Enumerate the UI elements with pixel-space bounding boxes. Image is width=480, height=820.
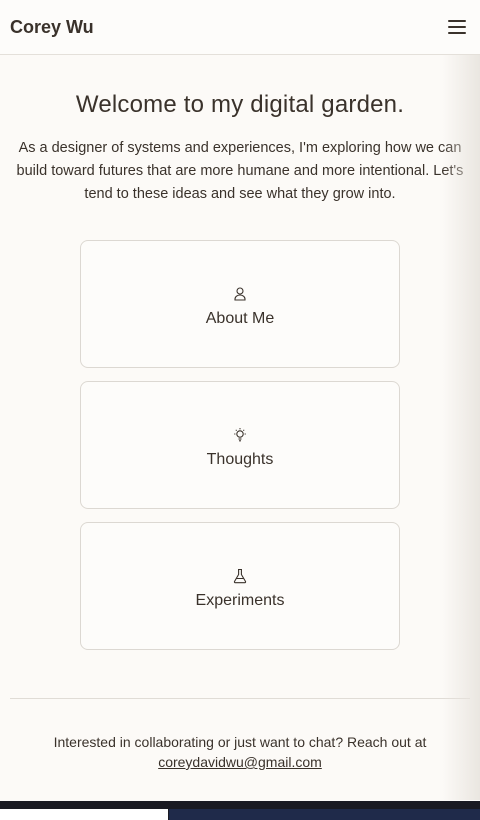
bottom-bar: [0, 801, 480, 820]
bottom-bar-left: [0, 809, 168, 820]
hamburger-menu-icon: [448, 20, 466, 34]
lightbulb-icon: [234, 428, 246, 442]
contact-section: Interested in collaborating or just want…: [0, 732, 480, 772]
contact-text: Interested in collaborating or just want…: [53, 734, 427, 750]
contact-email-link[interactable]: coreydavidwu@gmail.com: [158, 754, 322, 770]
person-icon: [234, 287, 246, 301]
experiments-card[interactable]: Experiments: [80, 522, 400, 650]
about-me-card[interactable]: About Me: [80, 240, 400, 368]
bottom-bar-right: [169, 809, 480, 820]
thoughts-label: Thoughts: [206, 451, 274, 468]
page-title: Welcome to my digital garden.: [75, 91, 405, 118]
section-divider: [10, 698, 470, 699]
site-header: Corey Wu: [0, 0, 480, 55]
nav-cards: About Me Thoughts Experiments: [0, 240, 480, 650]
about-me-label: About Me: [205, 310, 275, 327]
hero-section: Welcome to my digital garden. As a desig…: [0, 55, 480, 206]
thoughts-card[interactable]: Thoughts: [80, 381, 400, 509]
menu-button[interactable]: [446, 16, 468, 38]
site-brand[interactable]: Corey Wu: [10, 17, 94, 38]
intro-text: As a designer of systems and experiences…: [16, 140, 464, 202]
flask-icon: [233, 568, 247, 584]
experiments-label: Experiments: [195, 592, 285, 609]
